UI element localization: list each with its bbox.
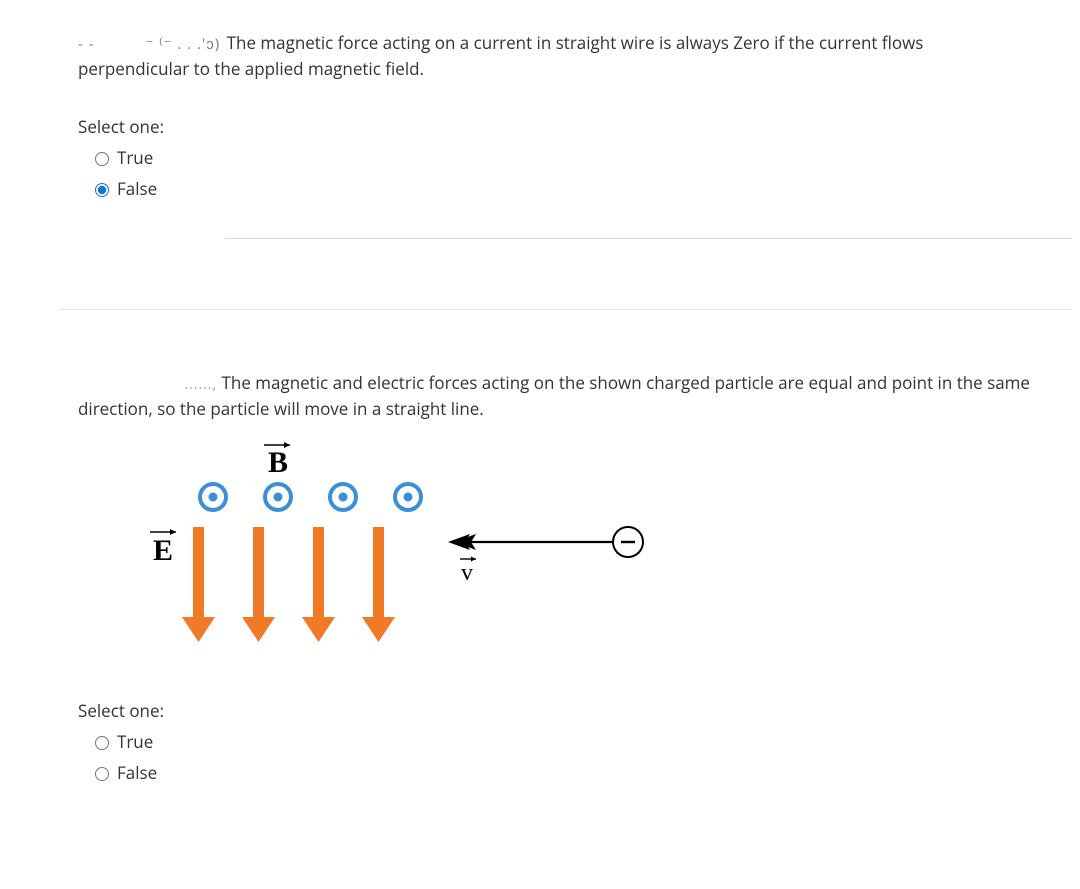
b-field-dots	[200, 484, 421, 510]
q2-option-true[interactable]: True	[90, 730, 1030, 753]
b-label: B	[268, 446, 288, 479]
q2-label-true: True	[117, 730, 153, 753]
outer-divider	[60, 309, 1072, 310]
q2-label-false: False	[117, 761, 157, 784]
q1-mid-fragment: ⁻ ⁽⁻ . . .'ɔ)	[145, 34, 220, 54]
q1-prefix-fragment: - -	[78, 34, 95, 54]
q1-select-label: Select one:	[78, 115, 1030, 138]
q2-option-false[interactable]: False	[90, 761, 1030, 784]
q2-select-label: Select one:	[78, 699, 1030, 722]
q1-radio-true[interactable]	[95, 152, 109, 166]
velocity-arrow	[448, 534, 613, 550]
q2-radio-false[interactable]	[95, 767, 109, 781]
q1-radio-false[interactable]	[95, 183, 109, 197]
v-vector-arrowhead	[471, 557, 476, 562]
question-divider	[225, 238, 1072, 239]
physics-figure: B E	[98, 442, 1030, 667]
e-label: E	[153, 534, 173, 567]
divider-wrap	[0, 238, 1080, 239]
charged-particle	[613, 527, 643, 557]
q2-radio-true[interactable]	[95, 736, 109, 750]
page: - - ⁻ ⁽⁻ . . .'ɔ) The magnetic force act…	[0, 0, 1080, 862]
q1-label-false: False	[117, 177, 157, 200]
question-1-text: - - ⁻ ⁽⁻ . . .'ɔ) The magnetic force act…	[78, 30, 1030, 83]
e-field-arrows	[182, 527, 395, 642]
q2-body-text: The magnetic and electric forces acting …	[78, 371, 1030, 420]
q1-label-true: True	[117, 146, 153, 169]
question-1: - - ⁻ ⁽⁻ . . .'ɔ) The magnetic force act…	[0, 10, 1080, 238]
q1-option-false[interactable]: False	[90, 177, 1030, 200]
question-2-text: ......, The magnetic and electric forces…	[78, 370, 1030, 423]
q1-option-true[interactable]: True	[90, 146, 1030, 169]
question-2: ......, The magnetic and electric forces…	[0, 350, 1080, 823]
v-label: v	[461, 560, 473, 586]
q2-prefix-fragment: ......,	[184, 375, 217, 394]
figure-svg: B E	[98, 442, 658, 662]
